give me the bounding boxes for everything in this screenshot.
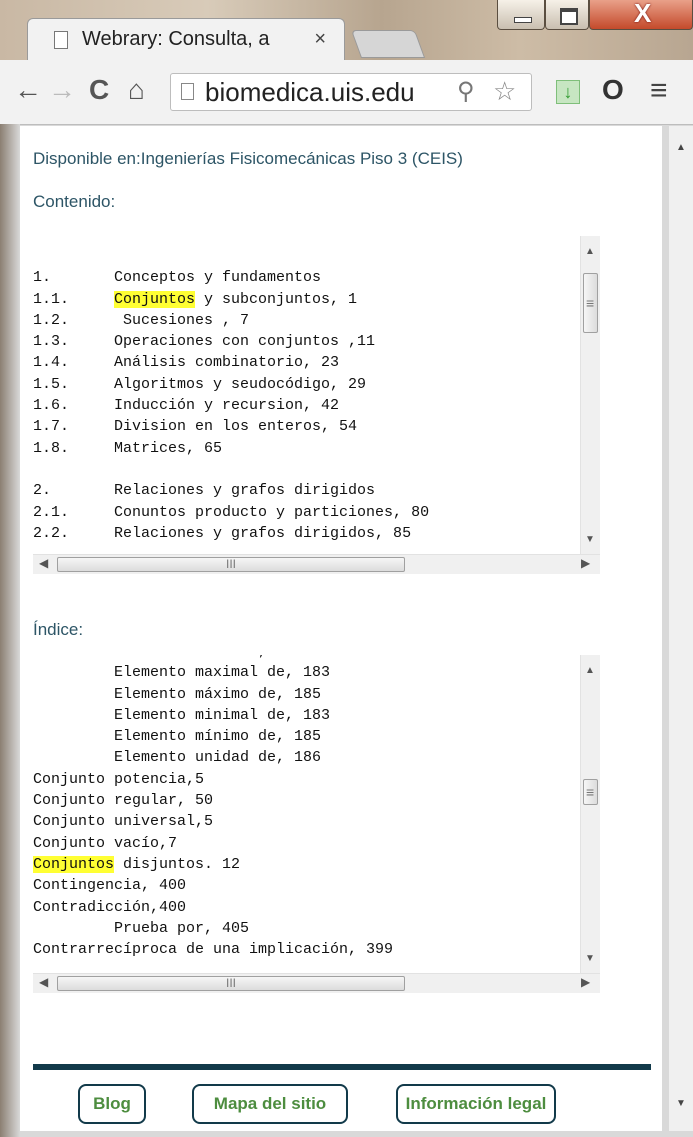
index-textbox[interactable]: Elemento cero de, 183 Elemento maximal d… — [33, 655, 600, 993]
scroll-right-icon[interactable]: ▶ — [581, 975, 590, 989]
scroll-up-icon[interactable]: ▲ — [585, 246, 595, 257]
text-line: Conjuntos disjuntos. 12 — [33, 855, 241, 873]
text-line: 2.1. Conuntos producto y particiones, 80 — [33, 503, 430, 521]
footer-divider — [33, 1064, 651, 1070]
text-line: Elemento minimal de, 183 — [114, 706, 331, 724]
contents-horizontal-scrollbar[interactable]: ◀ III ▶ — [33, 554, 600, 574]
reload-icon[interactable]: C — [89, 74, 109, 106]
new-tab-button[interactable] — [350, 30, 426, 58]
forward-arrow-icon[interactable]: → — [48, 74, 76, 106]
footer-button-blog[interactable]: Blog — [78, 1084, 146, 1124]
scroll-down-icon[interactable]: ▼ — [676, 1098, 686, 1109]
index-horizontal-scrollbar[interactable]: ◀ III ▶ — [33, 973, 600, 993]
maximize-button[interactable] — [545, 0, 589, 30]
text-line: 1.3. Operaciones con conjuntos ,11 — [33, 333, 376, 351]
scroll-thumb[interactable]: III — [57, 976, 405, 991]
contents-text: 1. Conceptos y fundamentos 1.1. Conjunto… — [33, 246, 429, 544]
index-vertical-scrollbar[interactable]: ▲ ▼ — [580, 655, 600, 973]
text-line: Conjunto vacío,7 — [33, 834, 178, 852]
address-bar[interactable]: biomedica.uis.edu ⚲ ☆ — [170, 73, 532, 111]
availability-text: Disponible en:Ingenierías Fisicomecánica… — [33, 149, 463, 168]
text-line: Elemento mínimo de, 185 — [114, 728, 322, 746]
extension-icon[interactable]: O — [602, 74, 624, 106]
text-line: 2. Relaciones y grafos dirigidos — [33, 482, 376, 500]
text-line: 1.2. Sucesiones , 7 — [33, 311, 250, 329]
url-text: biomedica.uis.edu — [205, 77, 415, 107]
page-vertical-scrollbar[interactable]: ▲ ▼ — [669, 126, 693, 1131]
text-line: Prueba por, 405 — [114, 919, 250, 937]
scroll-down-icon[interactable]: ▼ — [585, 534, 595, 545]
scroll-right-icon[interactable]: ▶ — [581, 556, 590, 570]
menu-icon[interactable]: ≡ — [650, 74, 668, 108]
window-titlebar: Webrary: Consulta, a × X — [0, 0, 693, 60]
text-line: Contradicción,400 — [33, 898, 187, 916]
minimize-button[interactable] — [497, 0, 545, 30]
text-line: 1.5. Algoritmos y seudocódigo, 29 — [33, 375, 367, 393]
footer-button-legal-info[interactable]: Información legal — [396, 1084, 556, 1124]
scroll-up-icon[interactable]: ▲ — [676, 142, 686, 153]
close-window-button[interactable]: X — [589, 0, 693, 30]
browser-toolbar: ← → C ⌂ biomedica.uis.edu ⚲ ☆ ↓ O ≡ — [0, 60, 693, 125]
text-line: Elemento unidad de, 186 — [114, 749, 322, 767]
index-text: Elemento cero de, 183 Elemento maximal d… — [33, 655, 393, 960]
contents-label: Contenido: — [33, 192, 116, 211]
footer-button-site-map[interactable]: Mapa del sitio — [192, 1084, 348, 1124]
scroll-thumb[interactable] — [583, 273, 598, 333]
bookmark-star-icon[interactable]: ☆ — [493, 76, 516, 107]
close-icon: X — [634, 0, 652, 28]
scroll-left-icon[interactable]: ◀ — [39, 975, 48, 989]
browser-tab[interactable]: Webrary: Consulta, a × — [27, 18, 345, 60]
back-arrow-icon[interactable]: ← — [14, 74, 42, 106]
contents-textbox[interactable]: 1. Conceptos y fundamentos 1.1. Conjunto… — [33, 236, 600, 574]
text-line: Contrarrecíproca de una implicación, 399 — [33, 941, 394, 959]
text-line: 2.2. Relaciones y grafos dirigidos, 85 — [33, 524, 412, 542]
page-content: Disponible en:Ingenierías Fisicomecánica… — [20, 126, 662, 1131]
scroll-thumb[interactable]: III — [57, 557, 405, 572]
text-line: Conjunto potencia,5 — [33, 770, 205, 788]
text-line: Conjunto universal,5 — [33, 813, 214, 831]
tab-title: Webrary: Consulta, a — [82, 28, 270, 50]
text-line: 1.6. Inducción y recursion, 42 — [33, 397, 340, 415]
text-line: Conjunto regular, 50 — [33, 792, 214, 810]
text-line: 1.8. Matrices, 65 — [33, 439, 223, 457]
search-highlight: Conjuntos — [114, 290, 196, 308]
scroll-up-icon[interactable]: ▲ — [585, 665, 595, 676]
tab-close-icon[interactable]: × — [314, 28, 326, 51]
text-line: Contingencia, 400 — [33, 877, 187, 895]
zoom-icon[interactable]: ⚲ — [457, 77, 475, 106]
home-icon[interactable]: ⌂ — [128, 74, 145, 106]
text-line: 1.1. Conjuntos y subconjuntos, 1 — [33, 290, 358, 308]
window-left-edge — [0, 124, 20, 1137]
text-line: 1.4. Análisis combinatorio, 23 — [33, 354, 340, 372]
text-line: Elemento máximo de, 185 — [114, 685, 322, 703]
scroll-thumb[interactable] — [583, 779, 598, 805]
text-line: Elemento maximal de, 183 — [114, 664, 331, 682]
page-icon — [54, 31, 68, 49]
text-line: Elemento cero de, 183 — [33, 655, 303, 660]
contents-vertical-scrollbar[interactable]: ▲ ▼ — [580, 236, 600, 554]
index-label: Índice: — [33, 620, 84, 639]
search-highlight: Conjuntos — [33, 855, 115, 873]
text-line: 1. Conceptos y fundamentos — [33, 269, 322, 287]
scroll-left-icon[interactable]: ◀ — [39, 556, 48, 570]
text-line: 1.7. Division en los enteros, 54 — [33, 418, 358, 436]
scroll-down-icon[interactable]: ▼ — [585, 953, 595, 964]
page-icon — [181, 83, 194, 100]
download-extension-icon[interactable]: ↓ — [556, 80, 580, 104]
